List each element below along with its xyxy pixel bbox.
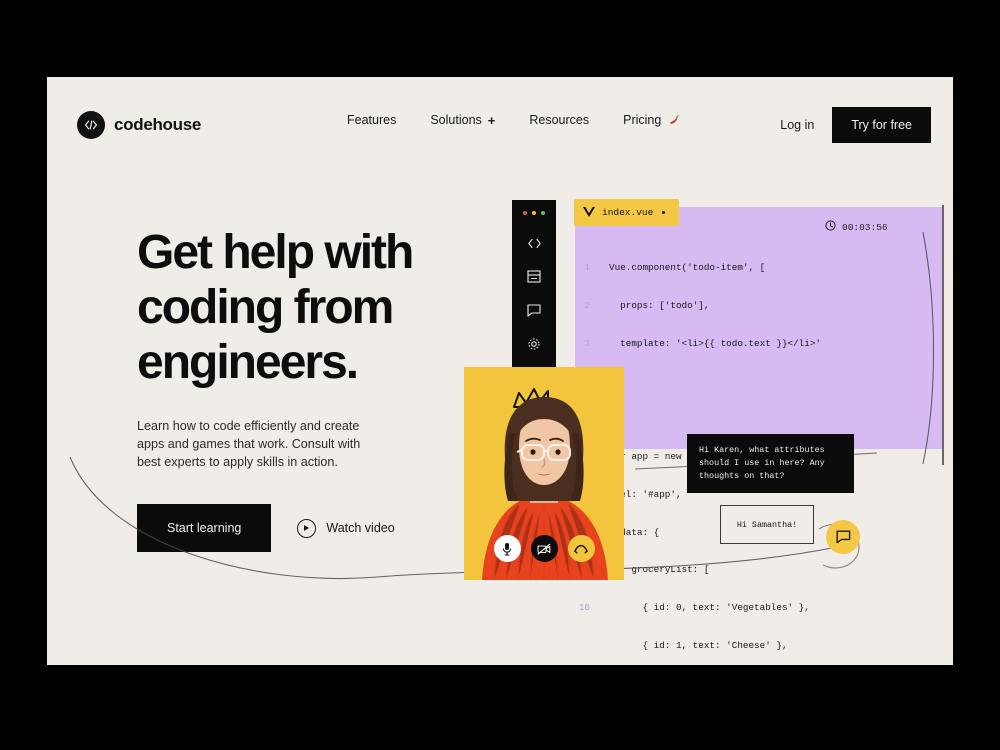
page-title: Get help with coding from engineers.: [137, 226, 414, 390]
code-icon[interactable]: [523, 234, 545, 253]
nav-item-resources[interactable]: Resources: [529, 113, 589, 127]
line-code: groceryList: [: [609, 564, 710, 576]
try-for-free-button[interactable]: Try for free: [832, 107, 931, 143]
nav-item-pricing[interactable]: Pricing: [623, 113, 680, 127]
header-actions: Log in Try for free: [780, 107, 931, 143]
code-line: { id: 1, text: 'Cheese' },: [575, 640, 942, 653]
nav-label: Pricing: [623, 113, 662, 127]
play-circle-icon: [297, 518, 317, 538]
line-code: template: '<li>{{ todo.text }}</li>': [609, 337, 822, 349]
window-dot-maximize[interactable]: [541, 211, 545, 215]
panel-icon[interactable]: [523, 268, 545, 287]
microphone-button[interactable]: [493, 535, 521, 562]
code-line: 1 Vue.component('todo-item', [: [575, 262, 942, 275]
main-nav: Features Solutions + Resources Pricing: [347, 113, 680, 127]
window-traffic-lights: [523, 211, 545, 215]
vue-logo-icon: [583, 204, 595, 222]
nav-label: Resources: [529, 113, 590, 127]
line-number: 3: [584, 337, 590, 349]
clock-icon: [825, 220, 836, 234]
code-line: 9 groceryList: [: [575, 564, 942, 577]
hero-subtext: Learn how to code efficiently and create…: [137, 418, 361, 470]
editor-tab-index-vue[interactable]: index.vue: [574, 199, 679, 226]
window-dot-minimize[interactable]: [532, 211, 536, 215]
line-number: 2: [584, 299, 590, 311]
code-line: 4}): [575, 376, 942, 389]
editor-tab-label: index.vue: [602, 207, 654, 218]
chat-message-outgoing: Hi Samantha!: [720, 505, 814, 544]
code-line: 10 { id: 0, text: 'Vegetables' },: [575, 602, 942, 615]
brand-name: codehouse: [114, 115, 202, 134]
login-link[interactable]: Log in: [780, 118, 814, 132]
line-code: Vue.component('todo-item', [: [609, 262, 766, 274]
chat-fab-button[interactable]: [826, 520, 860, 554]
brand-logo[interactable]: codehouse: [77, 111, 201, 139]
screen: codehouse Features Solutions + Resources…: [0, 0, 1000, 750]
plus-icon: +: [487, 112, 496, 128]
watch-video-label: Watch video: [326, 521, 395, 536]
hero-section: Get help with coding from engineers. Lea…: [137, 225, 477, 553]
chat-icon[interactable]: [523, 301, 545, 320]
tab-modified-dot: [662, 211, 666, 214]
start-learning-button[interactable]: Start learning: [137, 504, 272, 553]
code-content[interactable]: 1 Vue.component('todo-item', [ 2 props: […: [575, 237, 942, 651]
video-call-card[interactable]: [464, 367, 624, 580]
line-code: { id: 1, text: 'Cheese' },: [609, 640, 788, 651]
code-line: 2 props: ['todo'],: [575, 300, 942, 313]
chili-pepper-icon: [667, 114, 680, 127]
gear-icon[interactable]: [523, 335, 545, 354]
code-brackets-icon: [77, 111, 105, 139]
timer-value: 00:03:56: [842, 221, 888, 233]
site-header: codehouse Features Solutions + Resources…: [47, 77, 953, 172]
line-number: 10: [578, 602, 590, 614]
code-line: 5: [575, 413, 942, 426]
nav-label: Solutions: [430, 113, 482, 127]
nav-item-features[interactable]: Features: [347, 113, 396, 127]
line-code: }): [609, 376, 942, 389]
page-canvas: codehouse Features Solutions + Resources…: [47, 77, 953, 665]
hero-cta-row: Start learning Watch video: [137, 504, 477, 553]
line-code: props: ['todo'],: [609, 299, 710, 311]
window-dot-close[interactable]: [523, 211, 527, 215]
watch-video-button[interactable]: Watch video: [297, 518, 395, 538]
chat-message-incoming: Hi Karen, what attributes should I use i…: [687, 434, 854, 493]
line-number: [575, 640, 609, 653]
line-code: { id: 0, text: 'Vegetables' },: [609, 602, 810, 614]
end-call-button[interactable]: [567, 535, 595, 562]
editor-sidebar: [512, 200, 556, 368]
line-number: 1: [584, 262, 590, 274]
nav-label: Features: [347, 113, 397, 127]
code-line: 3 template: '<li>{{ todo.text }}</li>': [575, 338, 942, 351]
code-panel-edge: [942, 205, 944, 465]
call-controls: [464, 535, 624, 562]
session-timer: 00:03:56: [825, 220, 888, 234]
nav-item-solutions[interactable]: Solutions +: [430, 113, 495, 127]
camera-button[interactable]: [530, 535, 558, 562]
